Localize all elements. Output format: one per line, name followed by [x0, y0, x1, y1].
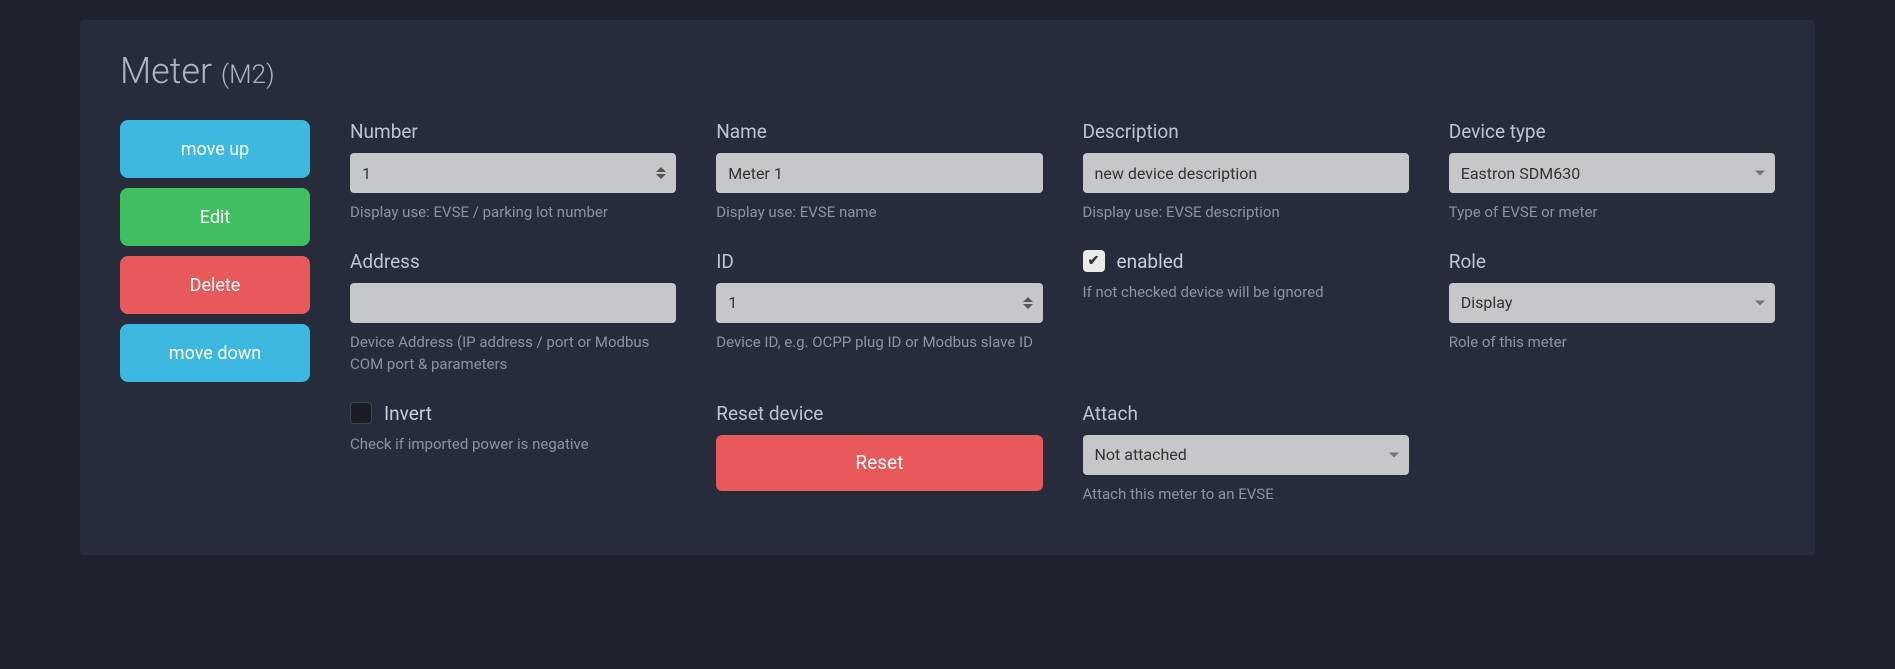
reset-label: Reset device	[716, 402, 1042, 425]
address-label: Address	[350, 250, 676, 273]
description-help: Display use: EVSE description	[1083, 201, 1409, 224]
field-role: Role Role of this meter	[1449, 250, 1775, 376]
field-name: Name Display use: EVSE name	[716, 120, 1042, 224]
field-address: Address Device Address (IP address / por…	[350, 250, 676, 376]
enabled-checkbox[interactable]: ✔	[1083, 250, 1105, 272]
field-enabled: ✔ enabled If not checked device will be …	[1083, 250, 1409, 376]
role-help: Role of this meter	[1449, 331, 1775, 354]
description-label: Description	[1083, 120, 1409, 143]
number-label: Number	[350, 120, 676, 143]
empty-cell	[1449, 402, 1775, 506]
title-main: Meter	[120, 50, 212, 92]
fields-grid: Number Display use: EVSE / parking lot n…	[350, 120, 1775, 505]
move-up-button[interactable]: move up	[120, 120, 310, 178]
page-title: Meter (M2)	[120, 50, 1775, 92]
description-input[interactable]	[1083, 153, 1409, 193]
role-label: Role	[1449, 250, 1775, 273]
delete-button[interactable]: Delete	[120, 256, 310, 314]
device-type-label: Device type	[1449, 120, 1775, 143]
attach-select[interactable]	[1083, 435, 1409, 475]
edit-button[interactable]: Edit	[120, 188, 310, 246]
meter-panel: Meter (M2) move up Edit Delete move down…	[80, 20, 1815, 555]
address-help: Device Address (IP address / port or Mod…	[350, 331, 676, 376]
id-help: Device ID, e.g. OCPP plug ID or Modbus s…	[716, 331, 1042, 354]
role-select[interactable]	[1449, 283, 1775, 323]
field-description: Description Display use: EVSE descriptio…	[1083, 120, 1409, 224]
enabled-help: If not checked device will be ignored	[1083, 281, 1409, 304]
id-label: ID	[716, 250, 1042, 273]
spinner-icon[interactable]	[652, 160, 670, 186]
address-input[interactable]	[350, 283, 676, 323]
attach-label: Attach	[1083, 402, 1409, 425]
field-reset: Reset device Reset	[716, 402, 1042, 506]
move-down-button[interactable]: move down	[120, 324, 310, 382]
device-type-select[interactable]	[1449, 153, 1775, 193]
field-attach: Attach Attach this meter to an EVSE	[1083, 402, 1409, 506]
id-input[interactable]	[716, 283, 1042, 323]
invert-label: Invert	[384, 402, 432, 425]
name-label: Name	[716, 120, 1042, 143]
side-buttons: move up Edit Delete move down	[120, 120, 310, 505]
enabled-label: enabled	[1117, 250, 1184, 273]
invert-checkbox[interactable]	[350, 402, 372, 424]
field-invert: Invert Check if imported power is negati…	[350, 402, 676, 506]
name-help: Display use: EVSE name	[716, 201, 1042, 224]
content: move up Edit Delete move down Number Dis…	[120, 120, 1775, 505]
attach-help: Attach this meter to an EVSE	[1083, 483, 1409, 506]
title-sub: (M2)	[221, 60, 275, 90]
device-type-help: Type of EVSE or meter	[1449, 201, 1775, 224]
invert-help: Check if imported power is negative	[350, 433, 676, 456]
spinner-icon[interactable]	[1019, 290, 1037, 316]
number-help: Display use: EVSE / parking lot number	[350, 201, 676, 224]
reset-button[interactable]: Reset	[716, 435, 1042, 491]
name-input[interactable]	[716, 153, 1042, 193]
field-number: Number Display use: EVSE / parking lot n…	[350, 120, 676, 224]
number-input[interactable]	[350, 153, 676, 193]
field-device-type: Device type Type of EVSE or meter	[1449, 120, 1775, 224]
field-id: ID Device ID, e.g. OCPP plug ID or Modbu…	[716, 250, 1042, 376]
